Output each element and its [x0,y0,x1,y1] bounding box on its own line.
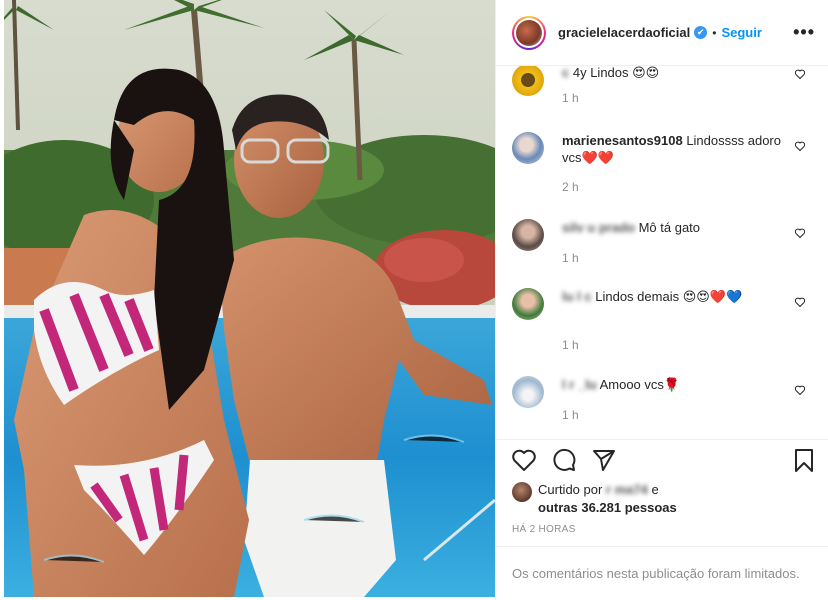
comment-username[interactable]: c [562,66,569,81]
post-side-panel: gracielelacerdaoficial ✔ • Seguir ••• c … [495,0,828,600]
comment-time[interactable]: 2 h [562,180,579,194]
comment-avatar[interactable] [512,66,544,96]
share-icon[interactable] [590,446,618,474]
username-link[interactable]: gracielelacerdaoficial [558,25,690,40]
comment-username[interactable]: l r _lu [562,376,597,393]
comment-item: silv u prado Mô tá gato 1 h [512,219,822,289]
comments-list[interactable]: c 4y Lindos 😍😍 1 h marienesantos9108 Lin… [496,66,828,439]
comment-item: lu l c Lindos demais 😍😍❤️💙 1 h [512,288,822,368]
comment-item: marienesantos9108 Lindossss adoro vcs❤️❤… [512,132,822,212]
comment-avatar[interactable] [512,132,544,164]
comment-username[interactable]: marienesantos9108 [562,133,683,148]
likes-prefix: Curtido por [538,482,606,497]
comment-username[interactable]: lu l c [562,288,592,305]
liker-avatar[interactable] [512,482,532,502]
comment-heart-icon[interactable] [794,68,806,80]
verified-badge-icon: ✔ [694,26,708,39]
comment-icon[interactable] [550,446,578,474]
separator-dot: • [712,25,717,40]
likes-count-link[interactable]: outras 36.281 pessoas [538,500,677,515]
comment-text: Amooo vcs🌹 [599,377,681,392]
comment-avatar[interactable] [512,219,544,251]
comment-heart-icon[interactable] [794,140,806,152]
post-photo[interactable] [4,0,495,597]
heart-icon[interactable] [510,446,538,474]
avatar-image [516,19,542,46]
comment-text: 4y Lindos 😍😍 [572,66,660,80]
comment-avatar[interactable] [512,288,544,320]
comment-heart-icon[interactable] [794,296,806,308]
post-timestamp[interactable]: HÁ 2 HORAS [512,524,576,535]
comment-time[interactable]: 1 h [562,251,579,265]
comment-time[interactable]: 1 h [562,91,579,105]
comment-time[interactable]: 1 h [562,408,579,422]
comments-limited-notice: Os comentários nesta publicação foram li… [496,546,828,600]
photo-illustration [4,0,495,597]
comment-avatar[interactable] [512,376,544,408]
comment-item: l r _lu Amooo vcs🌹 1 h [512,376,822,439]
bookmark-icon[interactable] [790,446,818,474]
comment-time[interactable]: 1 h [562,338,579,352]
likes-connector: e [647,482,659,497]
comment-text: Mô tá gato [638,220,701,235]
post-header: gracielelacerdaoficial ✔ • Seguir ••• [496,0,828,66]
follow-button[interactable]: Seguir [721,25,761,40]
comment-heart-icon[interactable] [794,384,806,396]
more-options-button[interactable]: ••• [793,22,815,43]
instagram-post-window: gracielelacerdaoficial ✔ • Seguir ••• c … [0,0,828,600]
action-bar [496,439,828,483]
comment-username[interactable]: silv u prado [562,219,635,236]
comment-text: Lindos demais 😍😍❤️💙 [595,289,743,304]
comment-heart-icon[interactable] [794,227,806,239]
profile-avatar[interactable] [512,15,546,50]
liker-username[interactable]: r ma74 [606,481,648,499]
